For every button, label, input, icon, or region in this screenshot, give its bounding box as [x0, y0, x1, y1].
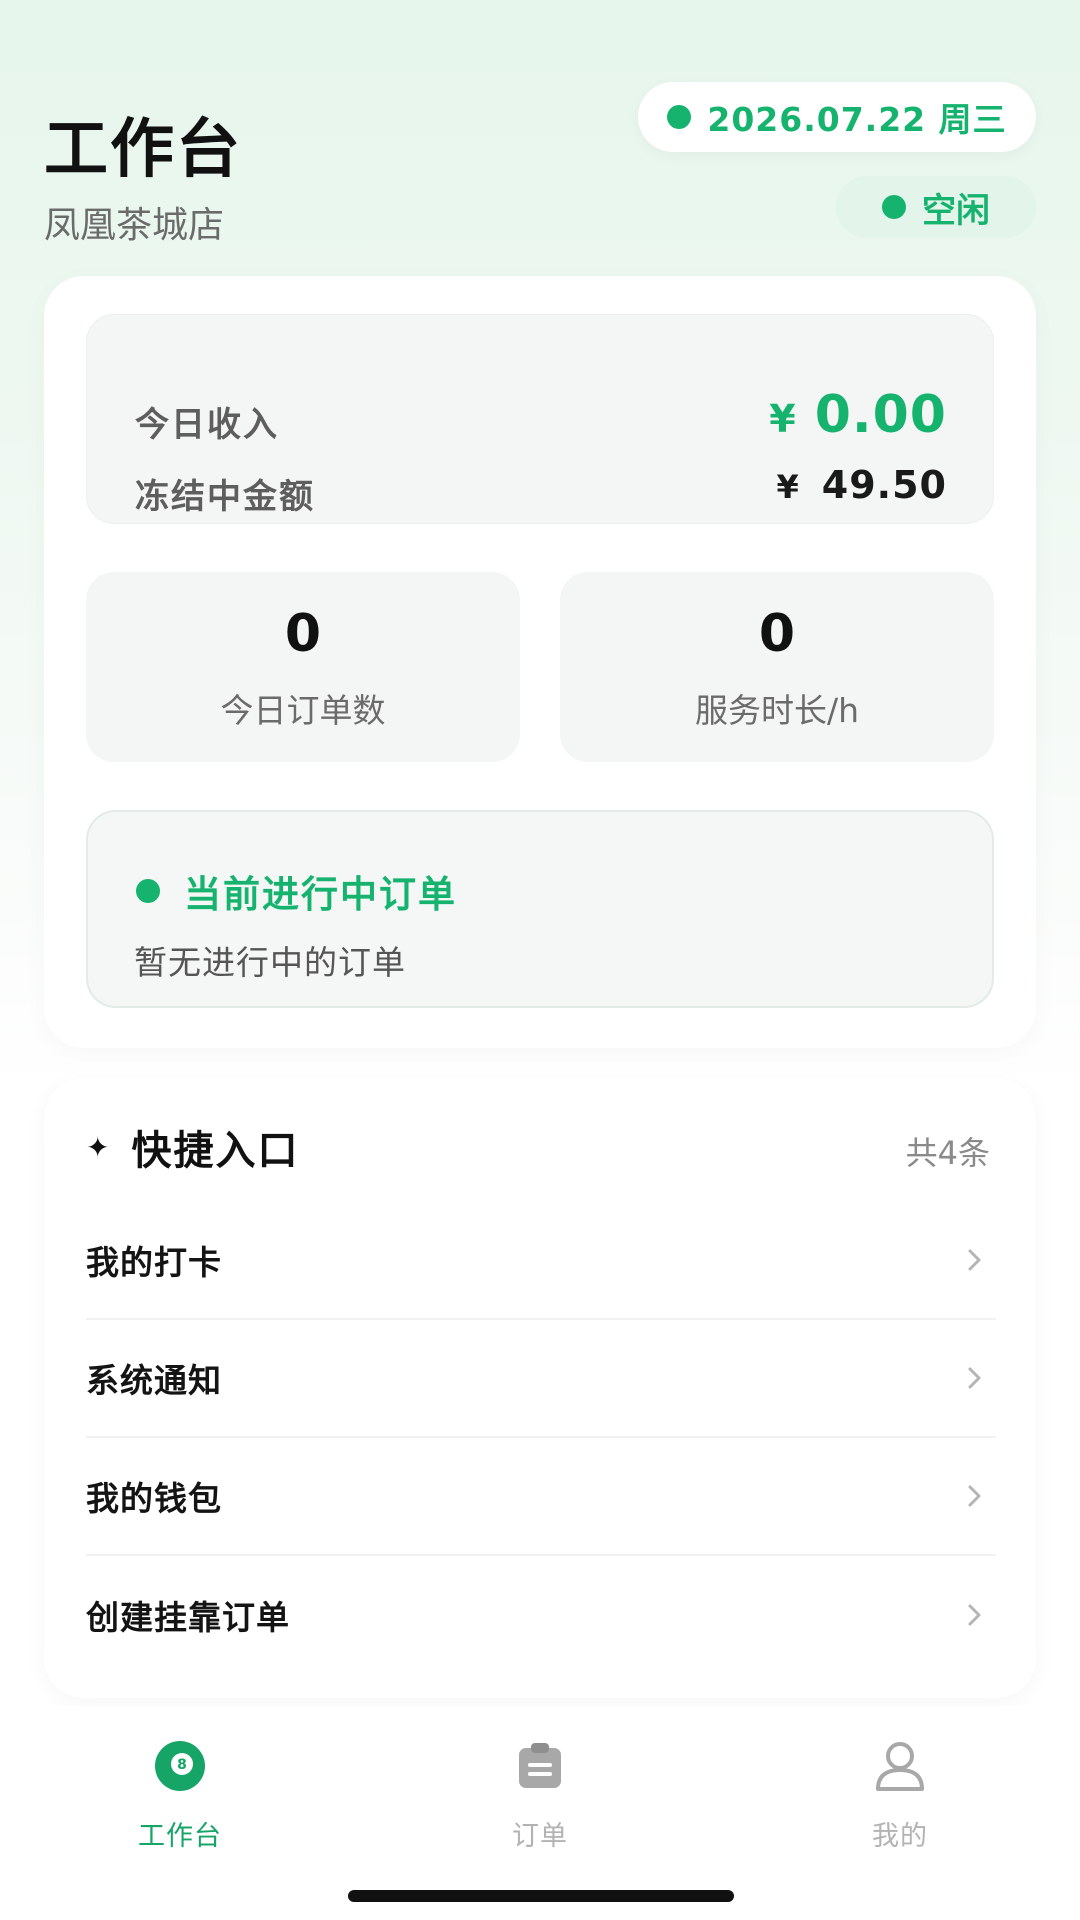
tab-workbench[interactable]: 8 工作台 [80, 1736, 280, 1853]
frozen-currency: ¥ [776, 468, 800, 506]
date-dot-icon [667, 105, 692, 129]
quick-item-wallet[interactable]: 我的钱包 [86, 1438, 996, 1556]
current-order-box[interactable]: 当前进行中订单 暂无进行中的订单 [86, 810, 994, 1008]
stat-today-orders: 0 今日订单数 [86, 572, 520, 762]
list-item-label: 创建挂靠订单 [86, 1598, 290, 1637]
store-name: 凤凰茶城店 [44, 205, 225, 246]
svg-text:8: 8 [177, 1757, 187, 1773]
quick-item-notifications[interactable]: 系统通知 [86, 1320, 996, 1438]
stat-value: 0 [758, 604, 796, 664]
tab-label: 工作台 [138, 1821, 222, 1852]
sparkle-icon: ✦ [86, 1130, 110, 1164]
list-item-label: 系统通知 [86, 1361, 222, 1400]
chevron-right-icon [960, 1363, 990, 1393]
current-order-header: 当前进行中订单 [136, 864, 457, 918]
bottom-tab-bar: 8 工作台 订单 我的 [0, 1706, 1080, 1920]
chevron-right-icon [960, 1245, 990, 1275]
today-income-value: ¥0.00 [769, 385, 947, 445]
quick-entry-count: 共4条 [905, 1134, 990, 1172]
billiard-ball-icon: 8 [150, 1736, 210, 1796]
page-title: 工作台 [44, 113, 242, 187]
quick-item-create-affiliated-order[interactable]: 创建挂靠订单 [86, 1556, 996, 1674]
status-dot-icon [882, 195, 906, 219]
user-icon [870, 1736, 930, 1796]
frozen-amount-label: 冻结中金额 [135, 477, 315, 517]
current-order-title: 当前进行中订单 [184, 873, 457, 916]
frozen-amount: 49.50 [821, 463, 947, 507]
summary-card: 今日收入 冻结中金额 ¥0.00 ¥49.50 0 今日订单数 0 服务时长/h… [44, 276, 1036, 1048]
today-income-label: 今日收入 [135, 405, 279, 445]
frozen-amount-value: ¥49.50 [777, 463, 947, 507]
tab-mine[interactable]: 我的 [800, 1736, 1000, 1853]
today-currency: ¥ [769, 397, 797, 441]
tab-label: 我的 [872, 1821, 928, 1852]
tab-orders[interactable]: 订单 [440, 1736, 640, 1853]
list-item-label: 我的打卡 [86, 1243, 222, 1282]
income-box: 今日收入 冻结中金额 ¥0.00 ¥49.50 [86, 314, 994, 524]
status-toggle[interactable]: 空闲 [836, 176, 1036, 238]
current-order-empty-text: 暂无进行中的订单 [134, 943, 406, 982]
quick-entry-title: 快捷入口 [131, 1128, 300, 1174]
quick-entry-header: ✦ 快捷入口 [86, 1118, 299, 1176]
quick-entry-card: ✦ 快捷入口 共4条 我的打卡 系统通知 我的钱包 创建挂靠订单 [44, 1078, 1036, 1698]
date-badge: 2026.07.22 周三 [638, 82, 1036, 152]
chevron-right-icon [960, 1600, 990, 1630]
list-item-label: 我的钱包 [86, 1479, 222, 1518]
stat-label: 今日订单数 [220, 691, 386, 730]
stat-value: 0 [284, 604, 322, 664]
stat-label: 服务时长/h [694, 691, 860, 730]
quick-entry-list: 我的打卡 系统通知 我的钱包 创建挂靠订单 [86, 1202, 996, 1674]
today-income-amount: 0.00 [814, 385, 947, 445]
quick-item-checkin[interactable]: 我的打卡 [86, 1202, 996, 1320]
home-indicator[interactable] [348, 1890, 734, 1902]
chevron-right-icon [960, 1481, 990, 1511]
status-text: 空闲 [922, 190, 990, 231]
current-order-dot-icon [136, 879, 160, 903]
date-text: 2026.07.22 周三 [707, 100, 1007, 139]
stat-service-hours: 0 服务时长/h [560, 572, 994, 762]
tab-label: 订单 [512, 1821, 568, 1852]
clipboard-icon [510, 1736, 570, 1796]
